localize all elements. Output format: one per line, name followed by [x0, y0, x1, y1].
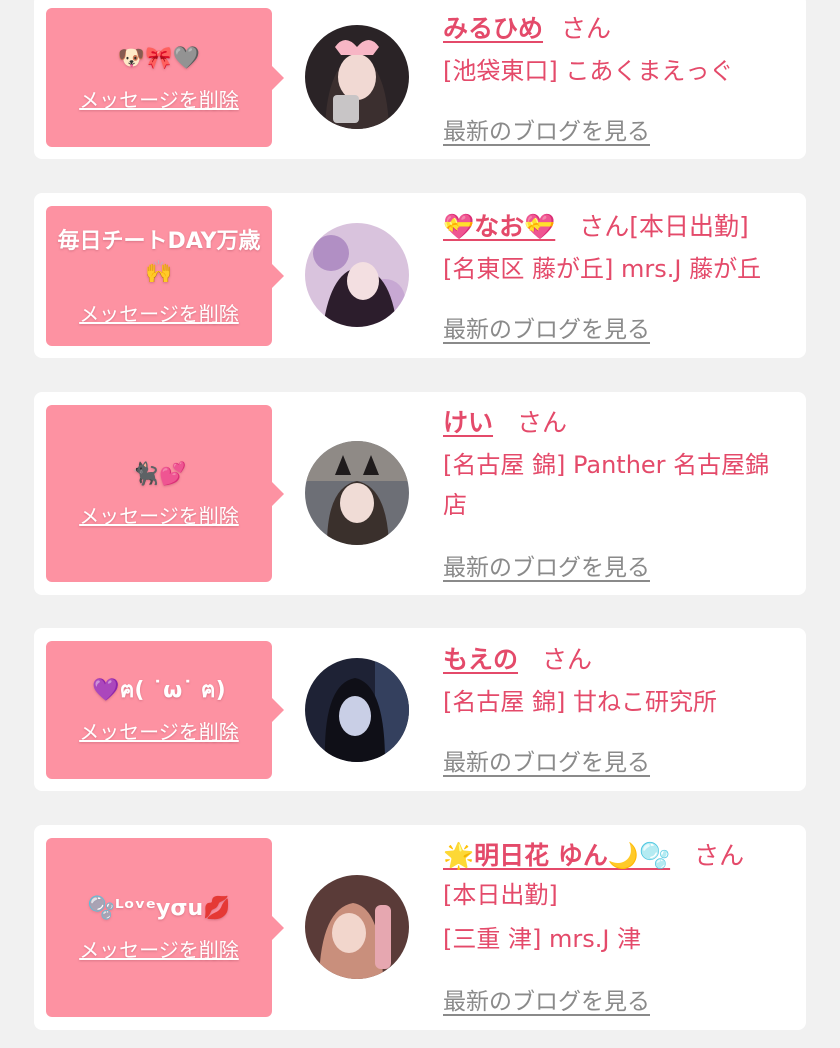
message-text: 🫧ᴸᵒᵛᵉyσu💋	[87, 895, 231, 921]
delete-message-link[interactable]: メッセージを削除	[79, 934, 239, 963]
attendance-tag: [本日出勤]	[629, 212, 749, 241]
delete-message-link[interactable]: メッセージを削除	[79, 298, 239, 327]
avatar[interactable]	[305, 875, 409, 979]
message-bubble: 💜ฅ( ˙ω˙ ฅ) メッセージを削除	[46, 641, 284, 779]
avatar-photo	[305, 658, 409, 762]
shop-line: 店	[443, 491, 467, 519]
delete-message-link[interactable]: メッセージを削除	[79, 84, 239, 113]
latest-blog-link[interactable]: 最新のブログを見る	[443, 743, 650, 777]
avatar-photo	[305, 223, 409, 327]
delete-message-link[interactable]: メッセージを削除	[79, 716, 239, 745]
latest-blog-link[interactable]: 最新のブログを見る	[443, 310, 650, 344]
cast-info: 💝なお💝 さん[本日出勤] [名東区 藤が丘] mrs.J 藤が丘	[443, 210, 796, 289]
latest-blog-link[interactable]: 最新のブログを見る	[443, 112, 650, 146]
latest-blog-link[interactable]: 最新のブログを見る	[443, 982, 650, 1016]
avatar[interactable]	[305, 441, 409, 545]
cast-name-link[interactable]: けい	[443, 408, 493, 437]
avatar-photo	[305, 25, 409, 129]
honorific: さん	[694, 841, 745, 870]
cast-info: みるひめ さん [池袋東口] こあくまえっぐ	[443, 12, 796, 91]
shop-line: [三重 津] mrs.J 津	[443, 925, 642, 953]
cast-name-link[interactable]: 🌟明日花 ゆん🌙🫧	[443, 841, 670, 870]
message-bubble: 🫧ᴸᵒᵛᵉyσu💋 メッセージを削除	[46, 838, 284, 1017]
honorific: さん	[579, 212, 630, 241]
latest-blog-link[interactable]: 最新のブログを見る	[443, 548, 650, 582]
message-text: 🐶🎀🩶	[117, 45, 201, 71]
message-text: 毎日チートDAY万歳🙌	[57, 228, 261, 285]
message-text: 🐈‍⬛💕	[131, 461, 187, 487]
message-bubble: 🐶🎀🩶 メッセージを削除	[46, 8, 284, 147]
message-text: 💜ฅ( ˙ω˙ ฅ)	[92, 678, 226, 703]
avatar-photo	[305, 875, 409, 979]
honorific: さん	[517, 408, 568, 437]
cast-card: 🐶🎀🩶 メッセージを削除 みるひめ さん [池袋東口] こあくまえっぐ 最新のブロ…	[34, 0, 806, 159]
delete-message-link[interactable]: メッセージを削除	[79, 500, 239, 529]
shop-line: [名東区 藤が丘] mrs.J 藤が丘	[443, 255, 762, 283]
honorific: さん	[561, 14, 612, 43]
cast-info: もえの さん [名古屋 錦] 甘ねこ研究所	[443, 643, 796, 722]
cast-name-link[interactable]: みるひめ	[443, 14, 543, 43]
favorite-cast-list: 🐶🎀🩶 メッセージを削除 みるひめ さん [池袋東口] こあくまえっぐ 最新のブロ…	[0, 0, 840, 1048]
cast-name-link[interactable]: もえの	[443, 645, 518, 674]
message-bubble: 🐈‍⬛💕 メッセージを削除	[46, 405, 284, 582]
attendance-line: [本日出勤]	[443, 881, 558, 909]
message-bubble: 毎日チートDAY万歳🙌 メッセージを削除	[46, 206, 284, 346]
cast-info: 🌟明日花 ゆん🌙🫧 さん [本日出勤] [三重 津] mrs.J 津	[443, 839, 796, 959]
cast-name-link[interactable]: 💝なお💝	[443, 212, 555, 241]
shop-line: [名古屋 錦] Panther 名古屋錦	[443, 451, 770, 479]
cast-card: 🐈‍⬛💕 メッセージを削除 けい さん [名古屋 錦] Panther 名古屋錦 …	[34, 392, 806, 595]
honorific: さん	[542, 645, 593, 674]
avatar[interactable]	[305, 658, 409, 762]
avatar[interactable]	[305, 223, 409, 327]
shop-line: [名古屋 錦] 甘ねこ研究所	[443, 688, 717, 716]
cast-card: 💜ฅ( ˙ω˙ ฅ) メッセージを削除 もえの さん [名古屋 錦] 甘ねこ研究所…	[34, 628, 806, 791]
cast-card: 🫧ᴸᵒᵛᵉyσu💋 メッセージを削除 🌟明日花 ゆん🌙🫧 さん [本日出勤] [三…	[34, 825, 806, 1030]
avatar[interactable]	[305, 25, 409, 129]
avatar-photo	[305, 441, 409, 545]
cast-info: けい さん [名古屋 錦] Panther 名古屋錦 店	[443, 406, 796, 525]
cast-card: 毎日チートDAY万歳🙌 メッセージを削除 💝なお💝 さん[本日出勤] [名東区 藤…	[34, 193, 806, 358]
shop-line: [池袋東口] こあくまえっぐ	[443, 57, 734, 85]
